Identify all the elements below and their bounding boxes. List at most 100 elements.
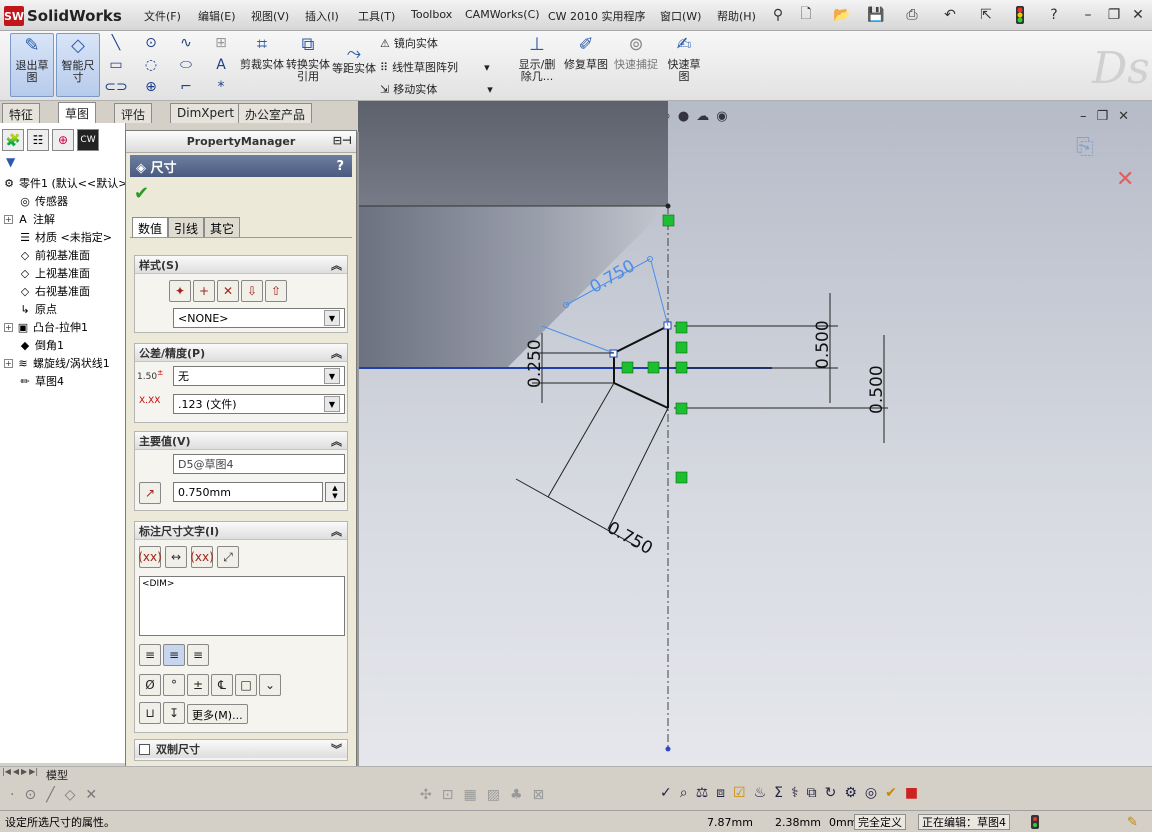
tree-root[interactable]: ⚙ 零件1 (默认<<默认> <box>2 175 127 191</box>
depth-icon[interactable]: ↧ <box>163 702 185 724</box>
dim-label[interactable]: 0.500 <box>867 365 887 414</box>
graphics-area[interactable]: 🔍 🔎 ⤯ ◧ ⬢ ◩ ◰ ∞ ● ☁ ◉ – ❐ ✕ ⎘ ✕ <box>358 101 1152 766</box>
convert-entities-button[interactable]: ⧉ 转换实体引用 <box>286 33 330 97</box>
save-icon[interactable]: 💾 <box>866 5 886 25</box>
tree-icon[interactable]: ♣ <box>510 787 523 803</box>
tree-scroll-nav[interactable]: |◀ ◀ ▶ ▶| 模型 <box>2 767 124 782</box>
tab-other[interactable]: 其它 <box>204 217 241 237</box>
app-logo[interactable]: SW SolidWorks <box>4 5 122 27</box>
tree-item-boss-extrude[interactable]: + ▣ 凸台-拉伸1 <box>4 319 88 335</box>
tab-sketch[interactable]: 草图 <box>58 102 97 123</box>
tab-leaders[interactable]: 引线 <box>168 217 205 237</box>
point-icon[interactable]: * <box>211 78 231 96</box>
pin-icon[interactable]: ⊟⊣ <box>333 134 352 147</box>
dim-label[interactable]: 0.500 <box>813 320 833 369</box>
rebuild-icon[interactable]: ↻ <box>825 785 837 801</box>
centerline-endpoint[interactable] <box>665 746 671 752</box>
tolerance-type-select[interactable]: 无 ▼ <box>173 366 345 386</box>
dimension-value-field[interactable]: 0.750mm <box>173 482 323 502</box>
fillet-icon[interactable]: ⌐ <box>176 78 196 96</box>
delete-style-icon[interactable]: ✕ <box>217 280 239 302</box>
pin-icon[interactable]: ⚲ <box>768 5 788 25</box>
ok-circle-icon[interactable]: ✔ <box>885 785 897 801</box>
move-entities-button[interactable]: ⇲ 移动实体 ▾ <box>380 81 493 97</box>
collapse-icon[interactable]: ︽ <box>331 433 342 449</box>
rapid-sketch-button[interactable]: ✍ 快速草图 <box>664 33 704 97</box>
fix-icon[interactable]: ⊠ <box>533 787 545 803</box>
rectangle-icon[interactable]: ▭ <box>106 56 126 74</box>
exit-sketch-button[interactable]: ✎ 退出草图 <box>10 33 54 97</box>
tab-office-products[interactable]: 办公室产品 <box>238 103 313 123</box>
load-style-icon[interactable]: ⇧ <box>265 280 287 302</box>
tree-item-material[interactable]: ☰ 材质 <未指定> <box>18 229 112 245</box>
expand-icon[interactable]: + <box>4 358 13 368</box>
apply-default-style-icon[interactable]: ✦ <box>169 280 191 302</box>
rebuild-icon[interactable] <box>1010 5 1030 25</box>
collapse-icon[interactable]: ︽ <box>331 257 342 273</box>
parentheses-icon[interactable]: (xx) <box>138 546 162 568</box>
point-icon[interactable]: · <box>10 787 14 803</box>
tab-dimxpert[interactable]: DimXpert <box>170 103 242 123</box>
open-icon[interactable]: 📂 <box>832 5 852 25</box>
diamond-icon[interactable]: ◇ <box>65 787 76 803</box>
tree-item-origin[interactable]: ↳ 原点 <box>18 301 57 317</box>
menu-toolbox[interactable]: Toolbox <box>411 8 452 21</box>
dual-dimension-checkbox[interactable] <box>139 743 150 755</box>
scroll-first-icon[interactable]: |◀ <box>2 767 11 781</box>
style-select[interactable]: <NONE> ▼ <box>173 308 345 328</box>
circle-center-icon[interactable]: ⊙ <box>24 787 36 803</box>
collapse-icon[interactable]: ︽ <box>331 345 342 361</box>
dual-dimension-header[interactable]: 双制尺寸 ︾ <box>135 740 347 758</box>
more-symbols-button[interactable]: 更多(M)... <box>187 704 248 724</box>
dim-label[interactable]: 0.750 <box>604 518 656 559</box>
select-icon[interactable]: ⇱ <box>976 5 996 25</box>
repair-sketch-button[interactable]: ✐ 修复草图 <box>564 33 608 97</box>
add-style-icon[interactable]: + <box>193 280 215 302</box>
configuration-icon[interactable]: ⊕ <box>52 129 74 151</box>
feature-manager-icon[interactable]: 🧩 <box>2 129 24 151</box>
property-manager-icon[interactable]: ☷ <box>27 129 49 151</box>
expand-icon[interactable]: + <box>4 214 13 224</box>
help-icon[interactable]: ? <box>1044 5 1064 25</box>
tree-item-top-plane[interactable]: ◇ 上视基准面 <box>18 265 90 281</box>
statistics-icon[interactable]: ♨ <box>754 785 767 801</box>
linear-pattern-button[interactable]: ⠿ 线性草图阵列 ▾ <box>380 59 490 75</box>
degree-symbol-icon[interactable]: ° <box>163 674 185 696</box>
section-properties-icon[interactable]: ⧈ <box>716 785 725 801</box>
menu-cw-utilities[interactable]: CW 2010 实用程序 <box>548 8 646 24</box>
trim-button[interactable]: ⌗ 剪裁实体 <box>240 33 284 97</box>
menu-insert[interactable]: 插入(I) <box>305 8 339 24</box>
camworks-icon[interactable]: CW <box>77 129 99 151</box>
center-dimension-icon[interactable]: ↔ <box>165 546 187 568</box>
style-group-header[interactable]: 样式(S) ︽ <box>135 256 347 274</box>
text-icon[interactable]: A <box>211 56 231 74</box>
align-center-icon[interactable]: ≡ <box>163 644 185 666</box>
ellipse-icon[interactable]: ⬭ <box>176 56 196 74</box>
sketch-canvas[interactable]: 0.750 0.250 0.500 0.500 0.750 <box>358 101 1152 766</box>
save-style-icon[interactable]: ⇩ <box>241 280 263 302</box>
resources-icon[interactable]: ◎ <box>865 785 877 801</box>
snap-icon[interactable]: ✣ <box>420 787 432 803</box>
collapse-icon[interactable]: ︽ <box>331 523 342 539</box>
reverse-direction-icon[interactable]: ↗ <box>139 482 161 504</box>
restore-icon[interactable]: ❐ <box>1104 5 1124 25</box>
expand-icon[interactable]: + <box>4 322 13 332</box>
picture-icon[interactable]: ▨ <box>487 787 500 803</box>
centerline-top-point[interactable] <box>665 203 671 209</box>
tree-item-helix[interactable]: + ≋ 螺旋线/涡状线1 <box>4 355 110 371</box>
table-icon[interactable]: ▦ <box>463 787 476 803</box>
menu-edit[interactable]: 编辑(E) <box>198 8 236 24</box>
filter-icon[interactable]: ▼ <box>6 155 15 169</box>
tree-item-chamfer[interactable]: ◆ 倒角1 <box>18 337 64 353</box>
quick-snap-button[interactable]: ⊚ 快速捕捉 <box>614 33 658 97</box>
show-delete-relations-button[interactable]: ⊥ 显示/删除几... <box>514 33 560 97</box>
align-left-icon[interactable]: ≡ <box>139 644 161 666</box>
dimension-name-field[interactable]: D5@草图4 <box>173 454 345 474</box>
color-icon[interactable]: ■ <box>905 785 918 801</box>
lock-icon[interactable]: ⊡ <box>442 787 454 803</box>
menu-file[interactable]: 文件(F) <box>144 8 181 24</box>
align-right-icon[interactable]: ≡ <box>187 644 209 666</box>
more-symbols-dropdown-icon[interactable]: ⌄ <box>259 674 281 696</box>
tree-item-front-plane[interactable]: ◇ 前视基准面 <box>18 247 90 263</box>
mirror-button[interactable]: ⚠ 镜向实体 <box>380 35 438 51</box>
